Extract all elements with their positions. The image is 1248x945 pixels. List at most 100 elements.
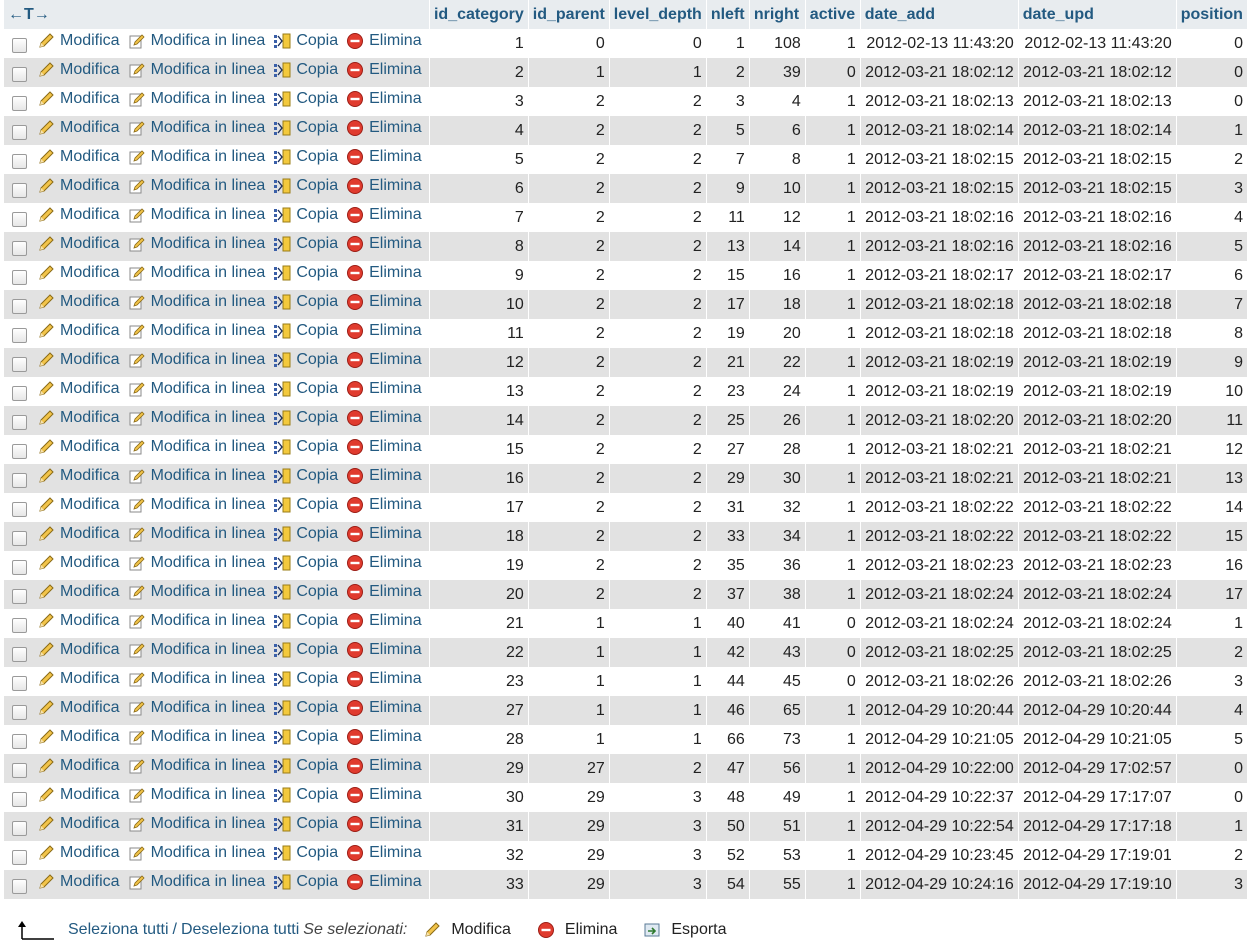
table-row[interactable]: Modifica Modifica in linea Copia Elimina 8 2 2…	[4, 232, 1248, 261]
table-row[interactable]: Modifica Modifica in linea Copia Elimina 23 1…	[4, 667, 1248, 696]
inline-edit-link[interactable]: Modifica in linea	[128, 293, 265, 311]
row-checkbox[interactable]	[12, 821, 27, 837]
edit-link[interactable]: Modifica	[37, 873, 120, 891]
inline-edit-link[interactable]: Modifica in linea	[128, 757, 265, 775]
inline-edit-link[interactable]: Modifica in linea	[128, 873, 265, 891]
row-checkbox[interactable]	[12, 560, 27, 576]
table-row[interactable]: Modifica Modifica in linea Copia Elimina 9 2 2…	[4, 261, 1248, 290]
edit-link[interactable]: Modifica	[37, 496, 120, 514]
copy-link[interactable]: Copia	[273, 380, 338, 398]
edit-link[interactable]: Modifica	[37, 351, 120, 369]
row-checkbox[interactable]	[12, 386, 27, 402]
delete-link[interactable]: Elimina	[346, 32, 422, 50]
inline-edit-link[interactable]: Modifica in linea	[128, 699, 265, 717]
copy-link[interactable]: Copia	[273, 90, 338, 108]
edit-link[interactable]: Modifica	[37, 815, 120, 833]
delete-link[interactable]: Elimina	[346, 351, 422, 369]
table-row[interactable]: Modifica Modifica in linea Copia Elimina 30 2…	[4, 783, 1248, 812]
delete-link[interactable]: Elimina	[346, 757, 422, 775]
delete-link[interactable]: Elimina	[346, 844, 422, 862]
delete-link[interactable]: Elimina	[346, 148, 422, 166]
copy-link[interactable]: Copia	[273, 844, 338, 862]
table-row[interactable]: Modifica Modifica in linea Copia Elimina 13 2…	[4, 377, 1248, 406]
copy-link[interactable]: Copia	[273, 206, 338, 224]
column-arrows-header[interactable]: ←T→	[4, 0, 430, 29]
inline-edit-link[interactable]: Modifica in linea	[128, 119, 265, 137]
copy-link[interactable]: Copia	[273, 757, 338, 775]
table-row[interactable]: Modifica Modifica in linea Copia Elimina 27 1…	[4, 696, 1248, 725]
inline-edit-link[interactable]: Modifica in linea	[128, 786, 265, 804]
inline-edit-link[interactable]: Modifica in linea	[128, 438, 265, 456]
row-checkbox[interactable]	[12, 676, 27, 692]
table-row[interactable]: Modifica Modifica in linea Copia Elimina 4 2 2…	[4, 116, 1248, 145]
edit-link[interactable]: Modifica	[37, 728, 120, 746]
inline-edit-link[interactable]: Modifica in linea	[128, 554, 265, 572]
table-row[interactable]: Modifica Modifica in linea Copia Elimina 10 2…	[4, 290, 1248, 319]
table-row[interactable]: Modifica Modifica in linea Copia Elimina 15 2…	[4, 435, 1248, 464]
table-row[interactable]: Modifica Modifica in linea Copia Elimina 20 2…	[4, 580, 1248, 609]
row-checkbox[interactable]	[12, 647, 27, 663]
table-row[interactable]: Modifica Modifica in linea Copia Elimina 7 2 2…	[4, 203, 1248, 232]
edit-link[interactable]: Modifica	[37, 61, 120, 79]
inline-edit-link[interactable]: Modifica in linea	[128, 322, 265, 340]
row-checkbox[interactable]	[12, 473, 27, 489]
table-row[interactable]: Modifica Modifica in linea Copia Elimina 28 1…	[4, 725, 1248, 754]
inline-edit-link[interactable]: Modifica in linea	[128, 148, 265, 166]
column-header-level-depth[interactable]: level_depth	[609, 0, 707, 29]
inline-edit-link[interactable]: Modifica in linea	[128, 177, 265, 195]
delete-link[interactable]: Elimina	[346, 235, 422, 253]
row-checkbox[interactable]	[12, 792, 27, 808]
inline-edit-link[interactable]: Modifica in linea	[128, 583, 265, 601]
delete-link[interactable]: Elimina	[346, 554, 422, 572]
delete-link[interactable]: Elimina	[346, 815, 422, 833]
inline-edit-link[interactable]: Modifica in linea	[128, 612, 265, 630]
copy-link[interactable]: Copia	[273, 235, 338, 253]
copy-link[interactable]: Copia	[273, 119, 338, 137]
bulk-export-button[interactable]: Esporta	[643, 921, 727, 939]
inline-edit-link[interactable]: Modifica in linea	[128, 467, 265, 485]
bulk-delete-button[interactable]: Elimina	[537, 921, 617, 939]
row-checkbox[interactable]	[12, 154, 27, 170]
column-header-position[interactable]: position	[1176, 0, 1248, 29]
copy-link[interactable]: Copia	[273, 554, 338, 572]
inline-edit-link[interactable]: Modifica in linea	[128, 728, 265, 746]
delete-link[interactable]: Elimina	[346, 322, 422, 340]
copy-link[interactable]: Copia	[273, 699, 338, 717]
deselect-all-link[interactable]: Deseleziona tutti	[181, 921, 299, 939]
inline-edit-link[interactable]: Modifica in linea	[128, 815, 265, 833]
edit-link[interactable]: Modifica	[37, 235, 120, 253]
delete-link[interactable]: Elimina	[346, 641, 422, 659]
column-header-id-category[interactable]: id_category	[429, 0, 529, 29]
row-checkbox[interactable]	[12, 357, 27, 373]
copy-link[interactable]: Copia	[273, 670, 338, 688]
copy-link[interactable]: Copia	[273, 177, 338, 195]
delete-link[interactable]: Elimina	[346, 264, 422, 282]
edit-link[interactable]: Modifica	[37, 438, 120, 456]
delete-link[interactable]: Elimina	[346, 728, 422, 746]
row-checkbox[interactable]	[12, 589, 27, 605]
column-header-nleft[interactable]: nleft	[706, 0, 750, 29]
row-checkbox[interactable]	[12, 618, 27, 634]
edit-link[interactable]: Modifica	[37, 612, 120, 630]
copy-link[interactable]: Copia	[273, 351, 338, 369]
edit-link[interactable]: Modifica	[37, 844, 120, 862]
row-checkbox[interactable]	[12, 531, 27, 547]
table-row[interactable]: Modifica Modifica in linea Copia Elimina 11 2…	[4, 319, 1248, 348]
table-row[interactable]: Modifica Modifica in linea Copia Elimina 16 2…	[4, 464, 1248, 493]
edit-link[interactable]: Modifica	[37, 525, 120, 543]
row-checkbox[interactable]	[12, 183, 27, 199]
delete-link[interactable]: Elimina	[346, 61, 422, 79]
column-header-id-parent[interactable]: id_parent	[528, 0, 610, 29]
select-all-link[interactable]: Seleziona tutti	[68, 921, 169, 939]
inline-edit-link[interactable]: Modifica in linea	[128, 32, 265, 50]
inline-edit-link[interactable]: Modifica in linea	[128, 409, 265, 427]
copy-link[interactable]: Copia	[273, 264, 338, 282]
copy-link[interactable]: Copia	[273, 786, 338, 804]
row-checkbox[interactable]	[12, 212, 27, 228]
copy-link[interactable]: Copia	[273, 612, 338, 630]
table-row[interactable]: Modifica Modifica in linea Copia Elimina 22 1…	[4, 638, 1248, 667]
row-checkbox[interactable]	[12, 67, 27, 83]
copy-link[interactable]: Copia	[273, 293, 338, 311]
row-checkbox[interactable]	[12, 415, 27, 431]
delete-link[interactable]: Elimina	[346, 467, 422, 485]
